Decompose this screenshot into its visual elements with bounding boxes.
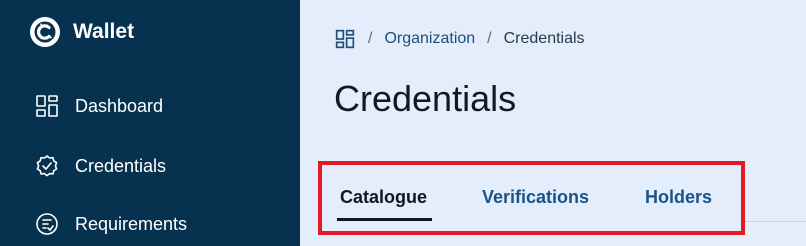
- page-title: Credentials: [334, 78, 517, 119]
- active-tab-indicator: [337, 218, 432, 221]
- tabs-divider: [745, 221, 806, 222]
- dashboard-icon: [34, 93, 60, 119]
- breadcrumb-separator: /: [487, 30, 492, 47]
- wallet-logo-icon: [30, 17, 60, 47]
- tab-verifications[interactable]: Verifications: [482, 187, 589, 208]
- app-name: Wallet: [73, 20, 135, 43]
- tabs-highlight-box: Catalogue Verifications Holders: [318, 161, 745, 235]
- badge-check-icon: [34, 153, 60, 179]
- dashboard-home-icon[interactable]: [334, 28, 356, 50]
- breadcrumb: / Organization / Credentials: [334, 28, 585, 50]
- breadcrumb-organization[interactable]: Organization: [384, 30, 475, 48]
- breadcrumb-current: Credentials: [503, 30, 585, 47]
- sidebar-item-dashboard[interactable]: Dashboard: [34, 93, 163, 119]
- sidebar: Wallet Dashboard Credentials Requirement…: [0, 0, 300, 246]
- requirements-icon: [34, 211, 60, 237]
- sidebar-item-credentials[interactable]: Credentials: [34, 153, 166, 179]
- tab-holders[interactable]: Holders: [645, 187, 712, 208]
- breadcrumb-separator: /: [368, 30, 373, 47]
- brand[interactable]: Wallet: [29, 16, 134, 48]
- sidebar-item-label: Credentials: [75, 155, 167, 176]
- sidebar-item-label: Requirements: [75, 213, 188, 234]
- sidebar-item-label: Dashboard: [75, 95, 164, 116]
- tab-catalogue[interactable]: Catalogue: [340, 187, 427, 208]
- sidebar-item-requirements[interactable]: Requirements: [34, 211, 187, 237]
- main-content: / Organization / Credentials Credentials…: [300, 0, 806, 246]
